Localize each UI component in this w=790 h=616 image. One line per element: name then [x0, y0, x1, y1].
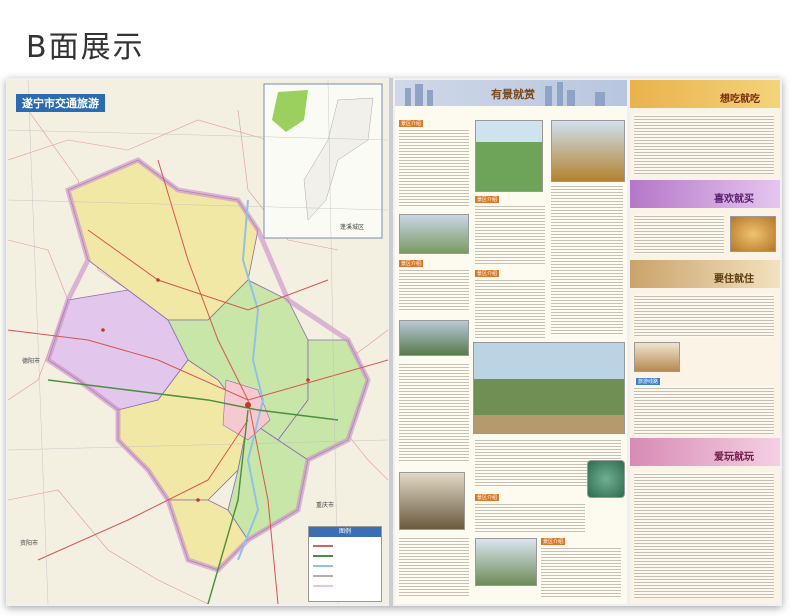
sight-section-5: 景区介绍: [475, 494, 500, 501]
stay-title: 要住就住: [714, 274, 754, 285]
legend-road: [313, 545, 333, 547]
photo-gate: [399, 472, 465, 530]
photo-lotus: [475, 120, 543, 192]
right-column: 想吃就吃 喜欢就买 要住就住 旅游线路 爱玩就玩: [630, 80, 780, 604]
play-band: [630, 438, 780, 466]
legend-river: [313, 565, 333, 567]
food-title: 想吃就吃: [720, 94, 760, 105]
photo-snack: [730, 216, 776, 252]
sight-section-4: 景区介绍: [475, 270, 500, 277]
sight-text-1: [399, 128, 469, 208]
legend-title: 图例: [309, 527, 381, 537]
sight-title: 有景就赏: [491, 88, 535, 101]
map-title: 遂宁市交通旅游: [16, 94, 105, 112]
play-text: [634, 472, 774, 598]
legend-highway: [313, 555, 333, 557]
stay-band: [630, 260, 780, 288]
fun-title: 喜欢就买: [714, 194, 754, 205]
sight-section-1: 景区介绍: [399, 120, 424, 127]
map-legend: 图例: [308, 526, 382, 602]
sight-text-3: [399, 362, 469, 462]
label-chongqing: 重庆市: [316, 502, 335, 509]
legend-boundary: [313, 575, 333, 577]
fun-band: [630, 180, 780, 208]
sight-text-9: [541, 546, 621, 598]
label-ziyang: 资阳市: [20, 540, 39, 547]
route-text: [634, 386, 774, 434]
sight-text-10: [551, 184, 623, 334]
label-pengxi: 蓬溪城区: [340, 224, 365, 231]
photo-archway: [475, 538, 537, 586]
photo-lake: [399, 320, 469, 356]
sight-section-6: 景区介绍: [541, 538, 566, 545]
legend-district: [313, 585, 333, 587]
label-deyang: 德阳市: [22, 358, 41, 365]
food-text: [634, 114, 774, 174]
photo-park: [399, 214, 469, 254]
photo-pagoda: [551, 120, 625, 182]
sight-column: 有景就赏 景区介绍 景区介绍 景区介绍 景区介绍 景区介绍 景区介绍: [395, 80, 627, 604]
sight-text-5: [475, 204, 545, 264]
play-title: 爱玩就玩: [714, 452, 754, 463]
photo-temple: [473, 342, 625, 434]
sight-text-4: [399, 536, 469, 598]
sight-text-8: [475, 502, 585, 532]
page-heading: B面展示: [26, 30, 145, 65]
panel-divider: [389, 78, 393, 606]
fun-text: [634, 214, 724, 254]
map-sheet: 遂宁市交通旅游 德阳市 重庆市 资阳市 蓬溪城区 图例 有景就赏 景区介绍 景区…: [6, 78, 782, 606]
sight-text-2: [399, 268, 469, 312]
sight-section-3: 景区介绍: [475, 196, 500, 203]
sight-text-6: [475, 278, 545, 338]
sight-section-2: 景区介绍: [399, 260, 424, 267]
stay-text: [634, 294, 774, 338]
map-panel: 遂宁市交通旅游 德阳市 重庆市 资阳市 蓬溪城区 图例: [8, 80, 388, 604]
route-title: 旅游线路: [636, 378, 661, 385]
photo-vase: [587, 460, 625, 498]
photo-hotel: [634, 342, 680, 372]
